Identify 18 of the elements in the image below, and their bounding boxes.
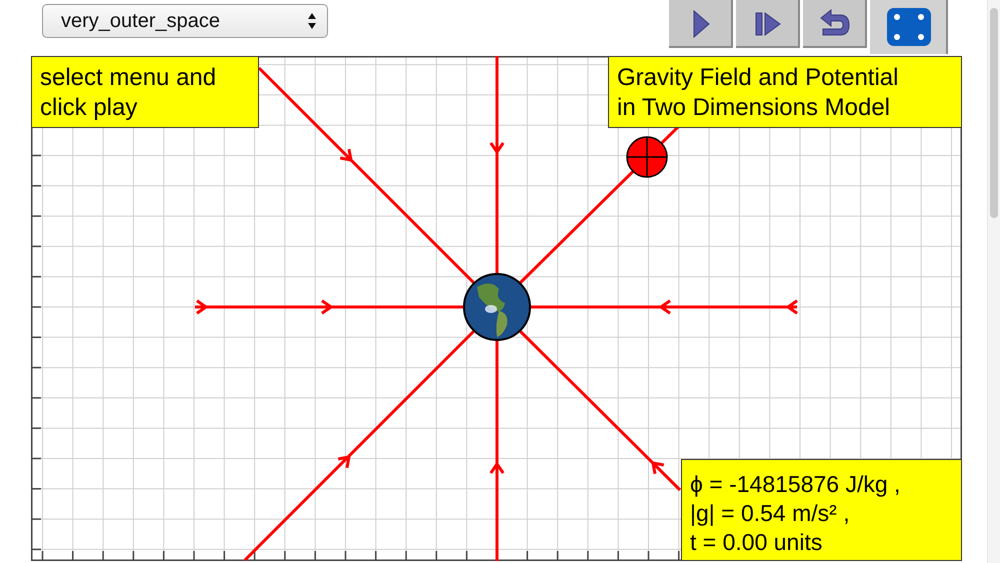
play-button[interactable] [669, 0, 733, 48]
step-button[interactable] [736, 0, 800, 48]
step-icon [754, 9, 782, 39]
model-select[interactable]: very_outer_space [42, 4, 328, 38]
fullscreen-button[interactable] [870, 0, 948, 54]
model-title: Gravity Field and Potential in Two Dimensions Model [608, 56, 962, 128]
earth-icon [463, 273, 531, 341]
probe-marker[interactable] [626, 136, 668, 178]
updown-arrows-icon [307, 11, 317, 31]
fullscreen-icon [886, 7, 932, 47]
hint-label: select menu and click play [31, 56, 259, 128]
reset-button[interactable] [803, 0, 867, 48]
readout-line: ϕ = -14815876 J/kg , [690, 470, 902, 499]
readout-line: |g| = 0.54 m/s² , [690, 499, 851, 528]
play-icon [691, 9, 711, 39]
scrollbar[interactable] [987, 0, 1000, 563]
readout-line: t = 0.00 units [690, 528, 824, 557]
select-value: very_outer_space [61, 10, 220, 32]
